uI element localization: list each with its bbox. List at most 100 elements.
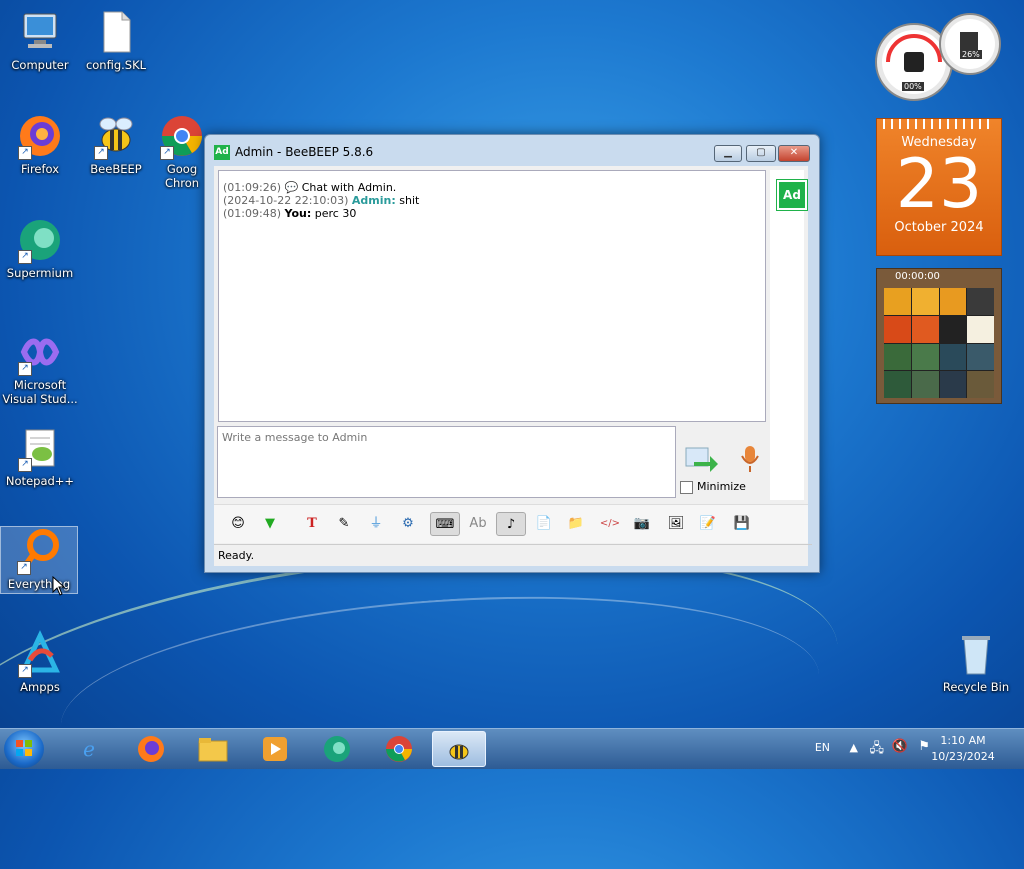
- volume-muted-icon[interactable]: 🔇: [892, 739, 908, 754]
- computer-icon: [16, 8, 64, 56]
- puzzle-tile[interactable]: [967, 288, 994, 315]
- puzzle-tile: [967, 371, 994, 398]
- font-button[interactable]: T: [300, 512, 324, 536]
- puzzle-tile[interactable]: [884, 371, 911, 398]
- calendar-day: 23: [895, 145, 983, 224]
- color-button[interactable]: ✎: [332, 512, 356, 536]
- puzzle-tile[interactable]: [939, 288, 967, 315]
- avatar[interactable]: Ad: [776, 179, 808, 211]
- desktop-icon-visual-studio[interactable]: ↗ Microsoft Visual Stud...: [2, 328, 78, 406]
- puzzle-tile[interactable]: [911, 343, 939, 371]
- html-icon: </>: [599, 518, 621, 529]
- desktop-icon-label: Goog Chron: [164, 162, 200, 190]
- desktop-icon-everything[interactable]: ↗ Everything: [0, 526, 78, 594]
- desktop-icon-notepadpp[interactable]: ↗ Notepad++: [2, 424, 78, 488]
- desktop-icon-recycle-bin[interactable]: Recycle Bin: [936, 630, 1016, 694]
- taskbar-media-player[interactable]: [248, 731, 302, 767]
- chat-toolbar: 😊 ▼ T ✎ ⏚ ⚙ ⌨ Ab ♪ 📄 📁 </> 📷 🖼 📝 💾: [214, 504, 808, 543]
- clock-date: 10/23/2024: [931, 750, 995, 763]
- notepadpp-icon: ↗: [16, 424, 64, 472]
- note-button[interactable]: ♪: [496, 512, 526, 536]
- supermium-icon: ↗: [16, 216, 64, 264]
- puzzle-tile[interactable]: [884, 288, 911, 315]
- network-icon[interactable]: 🖧: [870, 739, 885, 761]
- checkbox-box[interactable]: [680, 480, 693, 494]
- desktop-icon-label: config.SKL: [85, 58, 147, 72]
- show-more-button[interactable]: ▼: [258, 512, 282, 536]
- chat-sender[interactable]: Admin:: [352, 194, 396, 207]
- puzzle-tile[interactable]: [939, 315, 967, 343]
- spell-icon: Ab: [469, 516, 487, 531]
- send-folder-button[interactable]: 📁: [564, 512, 588, 536]
- desktop-icon-config[interactable]: config.SKL: [78, 8, 154, 72]
- send-file-button[interactable]: 📄: [532, 512, 556, 536]
- puzzle-tile[interactable]: [967, 315, 994, 343]
- supermium-icon: [324, 736, 350, 762]
- desktop-icon-computer[interactable]: Computer: [2, 8, 78, 72]
- desktop-icon-supermium[interactable]: ↗ Supermium: [2, 216, 78, 280]
- window-titlebar[interactable]: Ad Admin - BeeBEEP 5.8.6 ▁ ▢ ✕: [205, 135, 819, 165]
- edit-button[interactable]: 📝: [696, 512, 720, 536]
- firefox-icon: [138, 736, 164, 762]
- puzzle-tile[interactable]: [939, 371, 967, 398]
- puzzle-tile[interactable]: [939, 343, 967, 371]
- shortcut-arrow-icon: ↗: [94, 146, 108, 160]
- message-input[interactable]: Write a message to Admin: [217, 426, 676, 498]
- html-button[interactable]: </>: [598, 512, 622, 536]
- send-icon[interactable]: [684, 444, 718, 474]
- everything-icon: ↗: [15, 527, 63, 575]
- mouse-cursor-icon: [52, 576, 66, 596]
- taskbar-firefox[interactable]: [124, 731, 178, 767]
- status-bar: Ready.: [214, 544, 812, 567]
- picture-puzzle-gadget[interactable]: 00:00:00: [876, 268, 1002, 404]
- speech-bubble-icon: 💬: [284, 181, 299, 194]
- desktop-icon-chrome[interactable]: ↗ Goog Chron: [156, 112, 208, 190]
- minimize-label: Minimize: [697, 480, 746, 493]
- puzzle-tile[interactable]: [911, 371, 939, 398]
- keyboard-button[interactable]: ⌨: [430, 512, 460, 536]
- close-button[interactable]: ✕: [778, 145, 810, 162]
- show-hidden-icons-icon[interactable]: ▲: [850, 741, 858, 754]
- filter-button[interactable]: ⏚: [364, 512, 388, 536]
- chat-timestamp: (01:09:26): [223, 181, 281, 194]
- taskbar-chrome[interactable]: [372, 731, 426, 767]
- puzzle-tile[interactable]: [967, 343, 994, 371]
- desktop-icon-ampps[interactable]: ↗ Ampps: [2, 630, 78, 694]
- taskbar-supermium[interactable]: [310, 731, 364, 767]
- taskbar-explorer[interactable]: [186, 731, 240, 767]
- chat-text: Chat with Admin.: [301, 181, 397, 194]
- bee-icon: ↗: [92, 112, 140, 160]
- calendar-gadget[interactable]: Wednesday 23 October 2024: [876, 118, 1002, 256]
- taskbar-ie[interactable]: ℯ: [62, 731, 116, 767]
- puzzle-timer: 00:00:00: [895, 271, 940, 282]
- taskbar-beebeep[interactable]: [432, 731, 486, 767]
- calendar-rings: [883, 119, 995, 129]
- camera-button[interactable]: 📷: [630, 512, 654, 536]
- chat-history[interactable]: (01:09:26) 💬 Chat with Admin. (2024-10-2…: [218, 170, 766, 422]
- puzzle-grid[interactable]: [884, 288, 994, 398]
- puzzle-tile[interactable]: [911, 315, 939, 343]
- screenshot-button[interactable]: 🖼: [664, 512, 688, 536]
- maximize-button[interactable]: ▢: [746, 145, 776, 162]
- spell-button[interactable]: Ab: [466, 512, 490, 536]
- puzzle-tile[interactable]: [884, 343, 911, 371]
- emoji-button[interactable]: 😊: [226, 512, 250, 536]
- minimize-button[interactable]: ▁: [714, 145, 742, 162]
- minimize-checkbox[interactable]: Minimize: [680, 480, 746, 494]
- puzzle-tile[interactable]: [911, 288, 939, 315]
- start-button[interactable]: [4, 730, 44, 768]
- clock-time: 1:10 AM: [940, 734, 986, 747]
- desktop-icon-firefox[interactable]: ↗ Firefox: [2, 112, 78, 176]
- shortcut-arrow-icon: ↗: [18, 362, 32, 376]
- member-panel: Ad: [770, 170, 808, 500]
- clock[interactable]: 1:10 AM 10/23/2024: [928, 733, 998, 765]
- beebeep-chat-window[interactable]: Ad Admin - BeeBEEP 5.8.6 ▁ ▢ ✕ (01:09:26…: [204, 134, 820, 573]
- save-button[interactable]: 💾: [730, 512, 754, 536]
- chat-timestamp: (2024-10-22 22:10:03): [223, 194, 349, 207]
- microphone-icon[interactable]: [738, 444, 762, 474]
- settings-button[interactable]: ⚙: [396, 512, 420, 536]
- cpu-meter-gadget[interactable]: 00% 26%: [874, 8, 1004, 108]
- puzzle-tile[interactable]: [884, 315, 911, 343]
- language-indicator[interactable]: EN: [815, 741, 830, 754]
- desktop-icon-beebeep[interactable]: ↗ BeeBEEP: [78, 112, 154, 176]
